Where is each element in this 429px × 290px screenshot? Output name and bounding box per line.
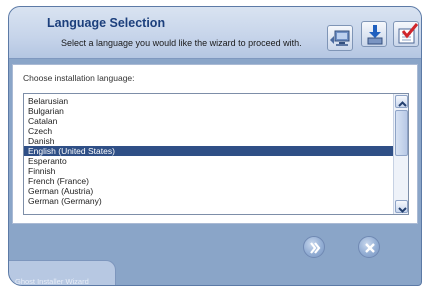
- list-item[interactable]: Bulgarian: [24, 106, 394, 116]
- wizard-brand-tab: Ghost Installer Wizard: [9, 260, 116, 286]
- list-item[interactable]: German (Germany): [24, 196, 394, 206]
- language-listbox[interactable]: Belarusian Bulgarian Catalan Czech Danis…: [23, 93, 409, 215]
- chevron-down-icon: [398, 207, 407, 213]
- list-item[interactable]: Belarusian: [24, 96, 394, 106]
- list-item[interactable]: French (France): [24, 176, 394, 186]
- list-item[interactable]: Danish: [24, 136, 394, 146]
- page-subtitle: Select a language you would like the wiz…: [61, 38, 302, 48]
- list-scrollbar[interactable]: [393, 94, 408, 214]
- list-item[interactable]: Esperanto: [24, 156, 394, 166]
- language-list: Belarusian Bulgarian Catalan Czech Danis…: [24, 96, 394, 206]
- scroll-up-button[interactable]: [395, 95, 408, 108]
- next-icon: [310, 242, 321, 254]
- list-item[interactable]: Finnish: [24, 166, 394, 176]
- network-computer-icon: [327, 25, 353, 51]
- list-item[interactable]: German (Austria): [24, 186, 394, 196]
- scroll-thumb[interactable]: [395, 110, 408, 156]
- list-item[interactable]: Czech: [24, 126, 394, 136]
- next-button[interactable]: [303, 236, 325, 258]
- wizard-window: Language Selection Select a language you…: [8, 6, 422, 286]
- list-item[interactable]: Catalan: [24, 116, 394, 126]
- close-button[interactable]: [358, 236, 380, 258]
- list-item-selected[interactable]: English (United States): [24, 146, 394, 156]
- checklist-icon: [393, 21, 419, 47]
- wizard-header: Language Selection Select a language you…: [9, 7, 421, 59]
- scroll-down-button[interactable]: [395, 200, 408, 213]
- brand-label: Ghost Installer Wizard: [15, 277, 89, 286]
- page-title: Language Selection: [47, 16, 166, 30]
- language-prompt-label: Choose installation language:: [23, 73, 135, 83]
- download-icon: [361, 21, 387, 47]
- close-icon: [365, 243, 375, 253]
- language-panel: Choose installation language: Belarusian…: [12, 64, 418, 224]
